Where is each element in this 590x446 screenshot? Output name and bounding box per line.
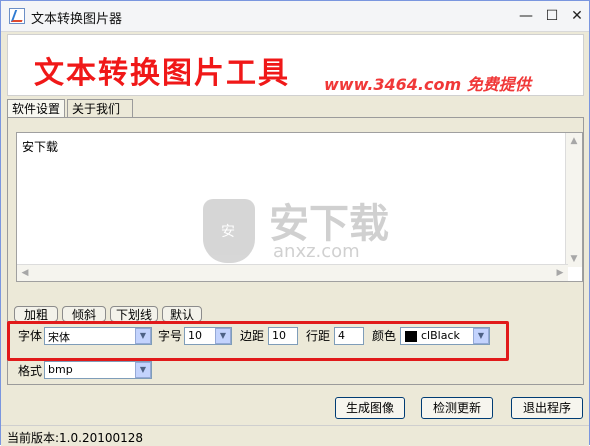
- horizontal-scrollbar[interactable]: ◀ ▶: [17, 264, 568, 281]
- generate-image-button[interactable]: 生成图像: [335, 397, 405, 419]
- status-bar: 当前版本:1.0.20100128: [1, 425, 589, 446]
- tab-software-settings[interactable]: 软件设置: [7, 99, 65, 117]
- scroll-right-icon[interactable]: ▶: [553, 266, 567, 280]
- minimize-button[interactable]: —: [515, 5, 537, 27]
- tab-about-us[interactable]: 关于我们: [67, 99, 133, 117]
- watermark-shield-icon: 安: [203, 199, 255, 263]
- banner-subtitle: www.3464.com 免费提供: [324, 75, 531, 94]
- text-input-value: 安下载: [22, 140, 59, 154]
- window-title: 文本转换图片器: [31, 12, 123, 27]
- scroll-down-icon[interactable]: ▼: [567, 252, 581, 266]
- settings-highlight-box: [7, 321, 509, 361]
- italic-button[interactable]: 倾斜: [62, 306, 106, 322]
- text-input-area[interactable]: 安下载 安 安下载 anxz.com ▲ ▼ ◀ ▶: [16, 132, 583, 282]
- app-icon: [9, 8, 25, 24]
- chevron-down-icon[interactable]: ▼: [135, 362, 151, 378]
- watermark-badge: 安: [221, 224, 235, 240]
- default-button[interactable]: 默认: [162, 306, 202, 322]
- maximize-button[interactable]: ☐: [541, 5, 563, 27]
- bold-button[interactable]: 加粗: [14, 306, 58, 322]
- watermark-subtext: anxz.com: [273, 241, 360, 262]
- underline-button[interactable]: 下划线: [110, 306, 158, 322]
- scroll-up-icon[interactable]: ▲: [567, 134, 581, 148]
- scroll-left-icon[interactable]: ◀: [18, 266, 32, 280]
- banner-title: 文本转换图片工具: [34, 56, 290, 91]
- format-select-value: bmp: [48, 363, 73, 376]
- title-bar: 文本转换图片器 — ☐ ✕: [1, 1, 589, 32]
- app-window: 文本转换图片器 — ☐ ✕ 文本转换图片工具 www.3464.com 免费提供…: [0, 0, 590, 446]
- banner: 文本转换图片工具 www.3464.com 免费提供: [7, 34, 584, 96]
- format-select[interactable]: bmp ▼: [44, 361, 152, 379]
- vertical-scrollbar[interactable]: ▲ ▼: [565, 133, 582, 267]
- check-update-button[interactable]: 检测更新: [421, 397, 493, 419]
- close-button[interactable]: ✕: [566, 5, 588, 27]
- exit-program-button[interactable]: 退出程序: [511, 397, 583, 419]
- format-label: 格式: [18, 364, 43, 378]
- version-text: 当前版本:1.0.20100128: [7, 431, 144, 445]
